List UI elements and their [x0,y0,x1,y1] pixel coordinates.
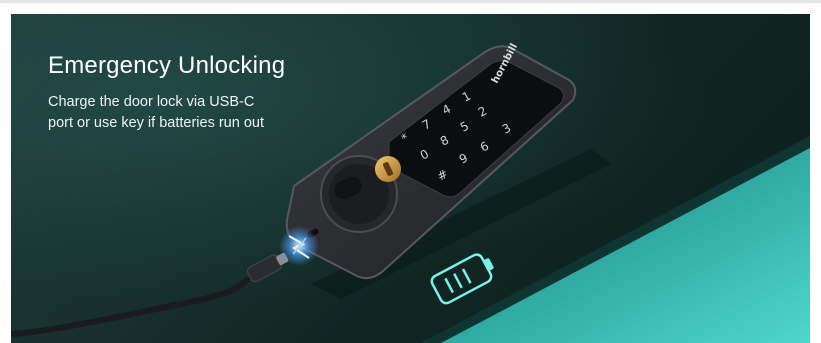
lightning-spark-icon [279,226,319,266]
description-line-1: Charge the door lock via USB-C [48,94,255,110]
banner-description: Charge the door lock via USB-C port or u… [48,92,308,134]
banner-title: Emergency Unlocking [48,52,286,79]
battery-icon [430,253,494,305]
emergency-unlocking-banner: 1 2 3 4 5 6 7 8 9 * 0 # hornbill Emergen… [11,14,810,343]
usb-cable [11,277,250,337]
page-top-divider [0,0,821,3]
description-line-2: port or use key if batteries run out [48,115,264,131]
